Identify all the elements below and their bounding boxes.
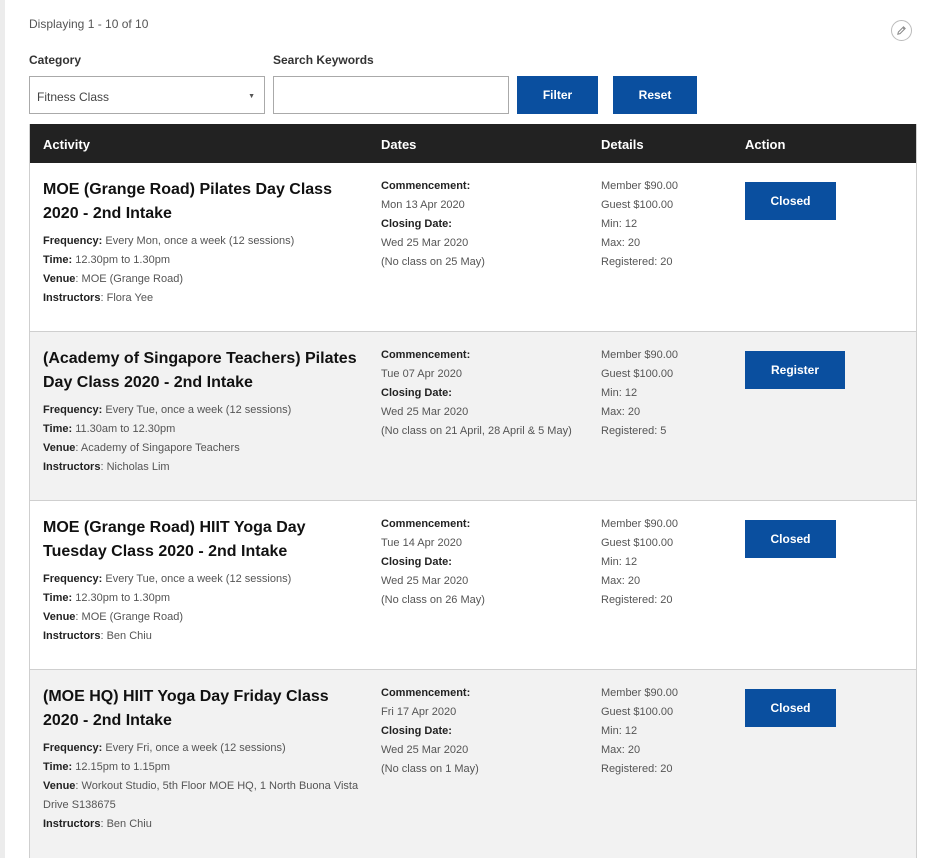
activities-table: Activity Dates Details Action MOE (Grang… — [29, 124, 917, 858]
activity-title: MOE (Grange Road) Pilates Day Class 2020… — [43, 181, 332, 222]
activity-info: Frequency: Every Tue, once a week (12 se… — [43, 404, 292, 473]
table-row: (MOE HQ) HIIT Yoga Day Friday Class 2020… — [30, 670, 916, 858]
closed-button[interactable]: Closed — [745, 520, 836, 558]
category-select[interactable]: Fitness Class ▼ — [29, 76, 265, 114]
activity-title: (Academy of Singapore Teachers) Pilates … — [43, 350, 357, 391]
activity-dates: Commencement: Fri 17 Apr 2020 Closing Da… — [381, 687, 479, 775]
pencil-icon[interactable] — [891, 20, 912, 41]
register-button[interactable]: Register — [745, 351, 845, 389]
activity-dates: Commencement: Mon 13 Apr 2020 Closing Da… — [381, 180, 485, 268]
activity-details: Member $90.00 Guest $100.00 Min: 12 Max:… — [601, 518, 679, 606]
filter-button[interactable]: Filter — [517, 76, 598, 114]
results-summary: Displaying 1 - 10 of 10 — [29, 17, 149, 31]
left-border — [0, 0, 5, 858]
header-activity: Activity — [43, 137, 90, 152]
activity-details: Member $90.00 Guest $100.00 Min: 12 Max:… — [601, 687, 679, 775]
keywords-label: Search Keywords — [273, 53, 374, 67]
header-dates: Dates — [381, 137, 417, 152]
activity-details: Member $90.00 Guest $100.00 Min: 12 Max:… — [601, 180, 679, 268]
table-row: MOE (Grange Road) Pilates Day Class 2020… — [30, 163, 916, 332]
activity-dates: Commencement: Tue 07 Apr 2020 Closing Da… — [381, 349, 572, 437]
header-action: Action — [745, 137, 786, 152]
table-row: (Academy of Singapore Teachers) Pilates … — [30, 332, 916, 501]
activity-title: (MOE HQ) HIIT Yoga Day Friday Class 2020… — [43, 688, 329, 729]
activity-info: Frequency: Every Mon, once a week (12 se… — [43, 235, 295, 304]
closed-button[interactable]: Closed — [745, 182, 836, 220]
table-row: MOE (Grange Road) HIIT Yoga Day Tuesday … — [30, 501, 916, 670]
activity-dates: Commencement: Tue 14 Apr 2020 Closing Da… — [381, 518, 485, 606]
keywords-input[interactable] — [273, 76, 509, 114]
table-header: Activity Dates Details Action — [30, 124, 916, 163]
activity-details: Member $90.00 Guest $100.00 Min: 12 Max:… — [601, 349, 679, 437]
closed-button[interactable]: Closed — [745, 689, 836, 727]
caret-down-icon: ▼ — [248, 93, 255, 100]
activity-info: Frequency: Every Fri, once a week (12 se… — [43, 742, 359, 830]
header-details: Details — [601, 137, 644, 152]
category-select-value: Fitness Class — [37, 90, 110, 104]
activity-info: Frequency: Every Tue, once a week (12 se… — [43, 573, 292, 642]
category-label: Category — [29, 53, 82, 67]
activity-title: MOE (Grange Road) HIIT Yoga Day Tuesday … — [43, 519, 306, 560]
reset-button[interactable]: Reset — [613, 76, 697, 114]
